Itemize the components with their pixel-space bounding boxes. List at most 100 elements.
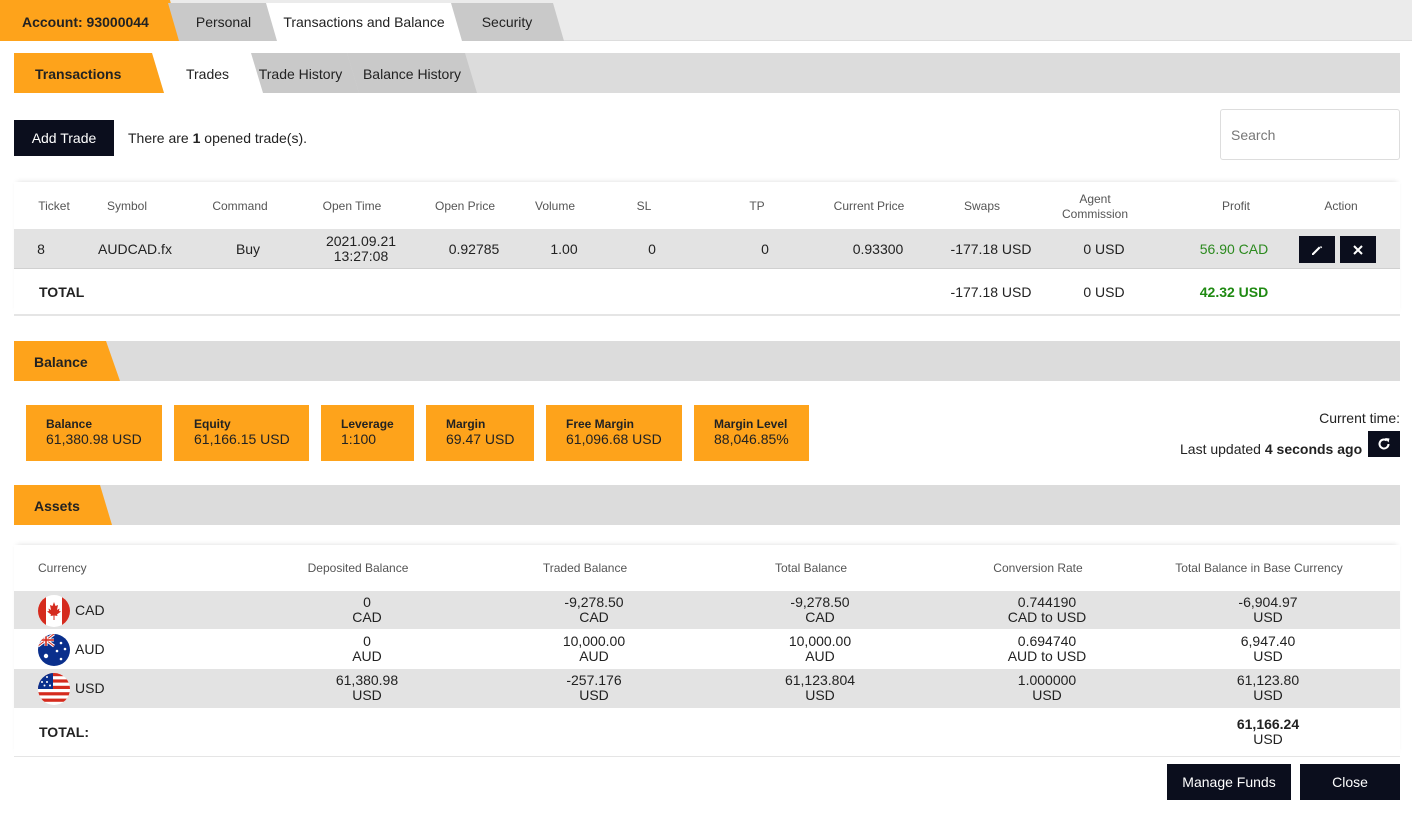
- refresh-button[interactable]: [1368, 431, 1400, 457]
- manage-funds-button[interactable]: Manage Funds: [1167, 764, 1291, 800]
- header-symbol: Symbol: [106, 199, 148, 213]
- pencil-icon: [1312, 245, 1323, 255]
- header-swaps: Swaps: [963, 199, 1001, 213]
- free-margin-card: Free Margin 61,096.68 USD: [546, 405, 682, 461]
- refresh-icon: [1378, 438, 1390, 450]
- tab-trades[interactable]: Trades: [152, 53, 263, 93]
- value: 61,380.98: [335, 672, 399, 688]
- trades-total-profit: 42.32 USD: [1199, 284, 1269, 300]
- usa-flag-icon: [38, 673, 70, 705]
- last-updated-text: Last updated 4 seconds ago: [1180, 441, 1362, 457]
- card-title: Free Margin: [566, 417, 635, 431]
- header-tp: TP: [749, 199, 765, 213]
- asset-deposited: 0 AUD: [352, 634, 382, 664]
- value: -257.176: [566, 672, 622, 688]
- canada-flag-icon: [38, 595, 70, 627]
- asset-traded: -9,278.50 CAD: [564, 595, 623, 625]
- unit: AUD: [805, 648, 835, 664]
- margin-card: Margin 69.47 USD: [426, 405, 534, 461]
- value: 61,123.80: [1236, 672, 1300, 688]
- trade-profit: 56.90 CAD: [1199, 241, 1269, 257]
- value: -9,278.50: [564, 594, 624, 610]
- assets-section-title: Assets: [14, 485, 112, 525]
- trades-total-commission: 0 USD: [1083, 284, 1125, 300]
- trade-open-time: 2021.09.21 13:27:08: [326, 234, 396, 264]
- trades-total-swaps: -177.18 USD: [950, 284, 1032, 300]
- leverage-card: Leverage 1:100: [321, 405, 414, 461]
- tab-security[interactable]: Security: [450, 3, 564, 41]
- value: 0: [363, 633, 371, 649]
- balance-section-title: Balance: [14, 341, 120, 381]
- asset-currency: USD: [75, 680, 105, 696]
- header-agent-line2: Commission: [1061, 207, 1129, 221]
- trade-ticket: 8: [37, 241, 45, 257]
- tab-balance-history[interactable]: Balance History: [347, 53, 477, 93]
- header-action: Action: [1324, 199, 1358, 213]
- card-value: 61,380.98 USD: [46, 431, 142, 447]
- header-ticket: Ticket: [38, 199, 70, 213]
- header-base: Total Balance in Base Currency: [1175, 561, 1343, 575]
- top-tab-bar: Account: 93000044 Personal Security Tran…: [0, 0, 1412, 41]
- asset-total: 10,000.00 AUD: [789, 634, 851, 664]
- header-currency: Currency: [38, 561, 87, 575]
- card-value: 88,046.85%: [714, 431, 789, 447]
- unit: USD: [1253, 687, 1283, 703]
- trades-total-label: TOTAL: [39, 284, 85, 300]
- value: 61,123.804: [784, 672, 856, 688]
- card-title: Equity: [194, 417, 231, 431]
- table-row: 8 AUDCAD.fx Buy 2021.09.21 13:27:08 0.927…: [14, 229, 1400, 269]
- tab-transactions-and-balance[interactable]: Transactions and Balance: [266, 3, 462, 41]
- asset-base: 6,947.40 USD: [1241, 634, 1296, 664]
- header-total: Total Balance: [774, 561, 848, 575]
- asset-currency: AUD: [75, 641, 105, 657]
- header-command: Command: [212, 199, 268, 213]
- unit: AUD: [579, 648, 609, 664]
- value: 61,166.24: [1236, 716, 1300, 732]
- edit-trade-button[interactable]: [1299, 236, 1335, 263]
- unit: USD: [805, 687, 835, 703]
- unit: USD: [352, 687, 382, 703]
- table-row: AUD 0 AUD 10,000.00 AUD 10,000.00 AUD 0.694…: [14, 630, 1400, 669]
- opened-trades-text: There are 1 opened trade(s).: [128, 130, 307, 146]
- asset-total: 61,123.804 USD: [785, 673, 855, 703]
- asset-base: 61,123.80 USD: [1237, 673, 1299, 703]
- unit: AUD to USD: [1007, 648, 1087, 664]
- value: 10,000.00: [788, 633, 852, 649]
- header-profit: Profit: [1221, 199, 1251, 213]
- header-open-time: Open Time: [322, 199, 382, 213]
- asset-deposited: 0 CAD: [352, 595, 382, 625]
- value: -6,904.97: [1238, 594, 1298, 610]
- unit: USD: [1032, 687, 1062, 703]
- balance-section-bar: Balance: [14, 341, 1400, 381]
- trade-open-price: 0.92785: [448, 241, 500, 257]
- card-value: 1:100: [341, 431, 377, 447]
- header-deposited: Deposited Balance: [307, 561, 409, 575]
- account-label: Account: 93000044: [0, 0, 180, 41]
- unit: USD: [1253, 609, 1283, 625]
- card-title: Margin Level: [714, 417, 788, 431]
- table-row: CAD 0 CAD -9,278.50 CAD -9,278.50 CAD 0.744…: [14, 591, 1400, 630]
- card-title: Balance: [46, 417, 93, 431]
- value: 10,000.00: [562, 633, 626, 649]
- header-agent-commission: Agent Commission: [1062, 192, 1128, 222]
- assets-total-label: TOTAL:: [39, 724, 90, 740]
- search-input[interactable]: [1220, 109, 1400, 160]
- value: 0: [363, 594, 371, 610]
- asset-rate: 1.000000 USD: [1018, 673, 1076, 703]
- asset-currency: CAD: [75, 602, 105, 618]
- asset-traded: 10,000.00 AUD: [563, 634, 625, 664]
- unit: CAD: [352, 609, 382, 625]
- trade-symbol: AUDCAD.fx: [98, 241, 172, 257]
- assets-total-row: TOTAL: 61,166.24 USD: [14, 709, 1400, 755]
- header-rate: Conversion Rate: [993, 561, 1083, 575]
- value: 0.744190: [1017, 594, 1077, 610]
- add-trade-button[interactable]: Add Trade: [14, 120, 114, 156]
- delete-trade-button[interactable]: [1340, 236, 1376, 263]
- trade-tp: 0: [761, 241, 769, 257]
- assets-section-bar: Assets: [14, 485, 1400, 525]
- tab-personal[interactable]: Personal: [168, 3, 279, 41]
- header-open-price: Open Price: [434, 199, 496, 213]
- close-button[interactable]: Close: [1300, 764, 1400, 800]
- trades-header-row: Ticket Symbol Command Open Time Open Pri…: [14, 192, 1400, 228]
- header-agent-line1: Agent: [1079, 192, 1111, 206]
